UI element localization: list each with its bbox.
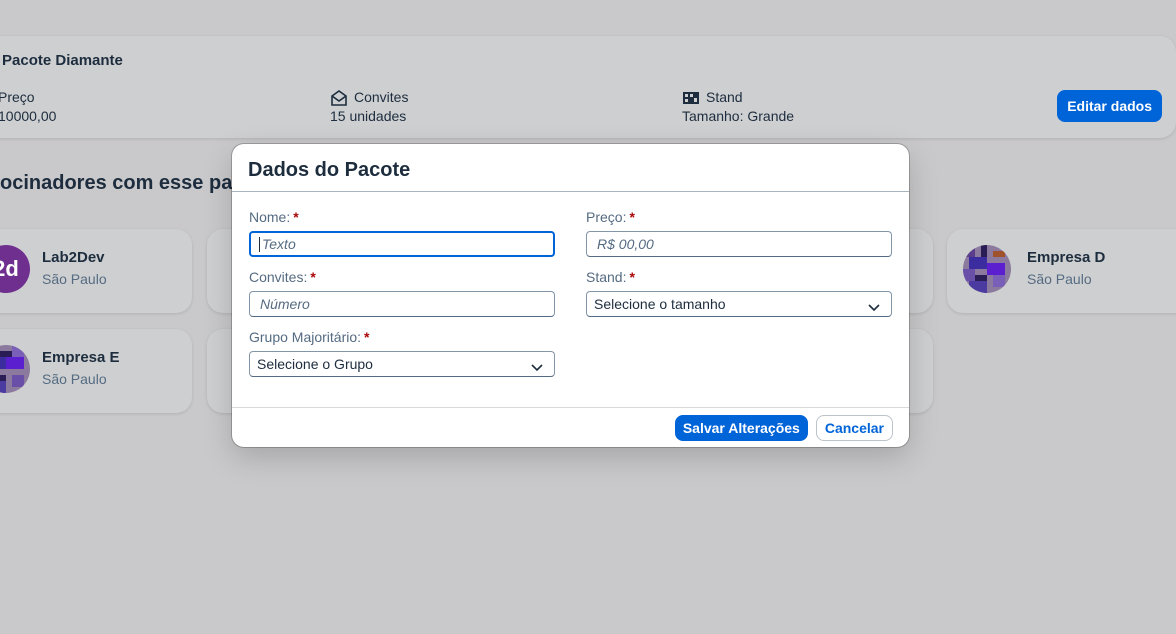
chevron-down-icon (867, 297, 881, 312)
invites-field-label: Convites: * (249, 269, 316, 285)
price-value: 10000,00 (0, 108, 57, 124)
stand-attribute: Stand Tamanho: Grande (682, 88, 794, 126)
required-mark: * (629, 209, 635, 225)
invites-attribute: Convites 15 unidades (330, 88, 408, 126)
dialog-title: Dados do Pacote (248, 159, 411, 181)
required-mark: * (629, 269, 635, 285)
avatar (963, 245, 1011, 293)
sponsor-name: Empresa D (1027, 249, 1106, 266)
group-field-label: Grupo Majoritário: * (249, 329, 370, 345)
package-data-dialog: Dados do Pacote Nome: * Texto Preço: * R$ … (232, 144, 909, 447)
price-label: Preço (0, 89, 35, 105)
price-input[interactable]: R$ 00,00 (586, 231, 892, 257)
package-card: Pacote Diamante Preço 10000,00 Convites … (0, 36, 1176, 138)
sponsor-city: São Paulo (1027, 271, 1092, 287)
stand-select[interactable]: Selecione o tamanho (586, 291, 892, 317)
name-input[interactable]: Texto (249, 231, 555, 257)
stand-label: Stand (706, 89, 743, 105)
package-title: Pacote Diamante (2, 52, 123, 69)
dialog-header: Dados do Pacote (232, 144, 909, 192)
required-mark: * (293, 209, 299, 225)
envelope-icon (330, 89, 348, 107)
name-field: Nome: * Texto (249, 207, 555, 257)
invites-value: 15 unidades (330, 108, 407, 124)
group-field: Grupo Majoritário: * Selecione o Grupo (249, 327, 555, 377)
name-label: Nome: * (249, 209, 299, 225)
chevron-down-icon (530, 357, 544, 372)
stand-field-label: Stand: * (586, 269, 635, 285)
stand-icon (682, 89, 700, 107)
dialog-footer: Salvar Alterações Cancelar (232, 407, 909, 447)
sponsor-city: São Paulo (42, 271, 107, 287)
invites-input[interactable]: Número (249, 291, 555, 317)
sponsor-card[interactable]: Empresa E São Paulo (0, 329, 192, 413)
cancel-button[interactable]: Cancelar (815, 414, 893, 441)
save-changes-button[interactable]: Salvar Alterações (674, 414, 808, 441)
group-select[interactable]: Selecione o Grupo (249, 351, 555, 377)
price-field: Preço: * R$ 00,00 (586, 207, 892, 257)
avatar (0, 345, 30, 393)
sponsor-card[interactable]: 2d Lab2Dev São Paulo (0, 229, 192, 313)
invites-label: Convites (354, 89, 409, 105)
price-attribute: Preço 10000,00 (0, 88, 56, 126)
required-mark: * (364, 329, 370, 345)
invites-field: Convites: * Número (249, 267, 555, 317)
sponsor-name: Empresa E (42, 349, 120, 366)
sponsor-city: São Paulo (42, 371, 107, 387)
sponsor-card[interactable]: Empresa D São Paulo (947, 229, 1176, 313)
edit-data-button[interactable]: Editar dados (1057, 90, 1162, 122)
stand-field: Stand: * Selecione o tamanho (586, 267, 892, 317)
stand-value: Tamanho: Grande (682, 108, 795, 124)
required-mark: * (310, 269, 316, 285)
price-field-label: Preço: * (586, 209, 635, 225)
text-cursor (259, 236, 260, 252)
avatar-text: 2d (0, 256, 19, 281)
sponsor-name: Lab2Dev (42, 249, 105, 266)
avatar: 2d (0, 245, 30, 293)
